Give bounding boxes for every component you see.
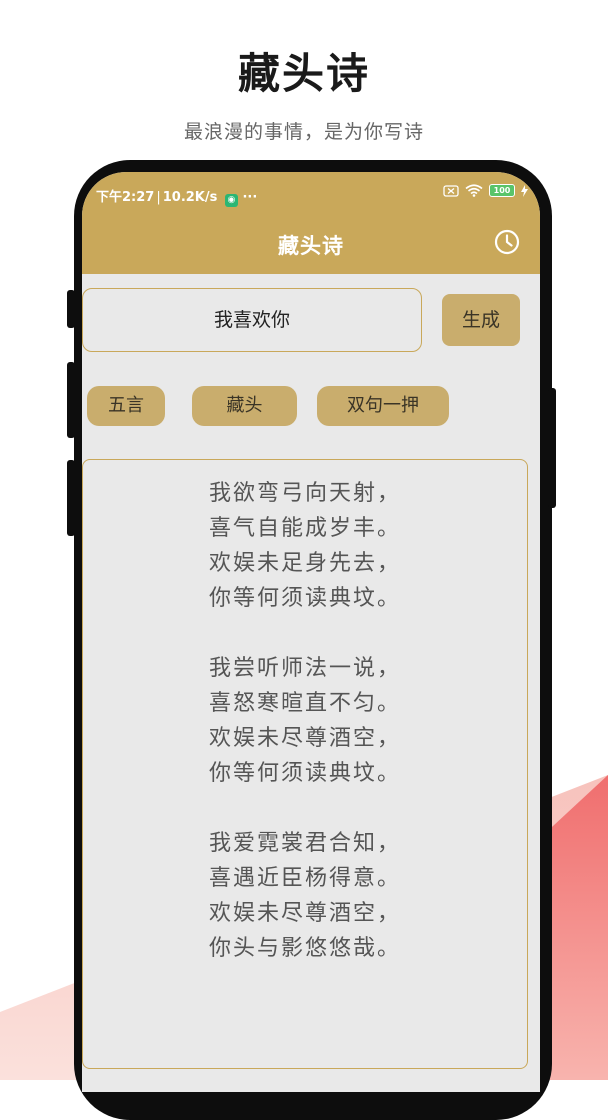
poem-line: 我欲弯弓向天射， xyxy=(208,481,401,506)
more-notifications: ··· xyxy=(242,190,258,205)
phone-side-button xyxy=(548,388,556,508)
poem-line: 喜气自能成岁丰。 xyxy=(208,516,401,541)
app-title: 藏头诗 xyxy=(278,234,344,258)
poem-line: 喜遇近臣杨得意。 xyxy=(208,866,401,891)
sim-off-icon xyxy=(443,184,459,197)
poem-line: 我尝听师法一说， xyxy=(208,656,401,681)
phone-side-button xyxy=(67,460,75,536)
shield-icon: ◉ xyxy=(224,194,238,207)
keyword-input[interactable]: 我喜欢你 xyxy=(82,288,422,352)
status-right: 100 xyxy=(443,184,528,197)
phone-screen: 下午2:27 | 10.2K/s ◉ ··· 100 藏头诗 我喜欢你 生成 五… xyxy=(82,172,540,1092)
poem-line: 欢娱未尽尊酒空， xyxy=(208,901,401,926)
poem-line: 你头与影悠悠哉。 xyxy=(208,936,401,961)
charging-icon xyxy=(521,184,528,197)
app-bar: 藏头诗 xyxy=(82,210,540,274)
network-speed: 10.2K/s xyxy=(162,190,218,205)
phone-side-button xyxy=(67,290,75,328)
poem-line: 欢娱未足身先去， xyxy=(208,551,401,576)
poem-line: 你等何须读典坟。 xyxy=(208,586,401,611)
phone-side-button xyxy=(67,362,75,438)
wifi-icon xyxy=(465,184,483,197)
poem-result-card: 我欲弯弓向天射， 喜气自能成岁丰。 欢娱未足身先去， 你等何须读典坟。 我尝听师… xyxy=(82,459,528,1069)
option-five-character[interactable]: 五言 xyxy=(87,386,165,426)
clock-icon[interactable] xyxy=(494,229,520,255)
poem-list: 我欲弯弓向天射， 喜气自能成岁丰。 欢娱未足身先去， 你等何须读典坟。 我尝听师… xyxy=(83,476,527,1001)
poem-line: 你等何须读典坟。 xyxy=(208,761,401,786)
status-bar: 下午2:27 | 10.2K/s ◉ ··· 100 xyxy=(82,172,540,210)
promo-subtitle: 最浪漫的事情，是为你写诗 xyxy=(183,121,424,143)
battery-icon: 100 xyxy=(489,184,515,197)
poem-line: 喜怒寒暄直不匀。 xyxy=(208,691,401,716)
generate-button[interactable]: 生成 xyxy=(442,294,520,346)
option-acrostic-position[interactable]: 藏头 xyxy=(192,386,297,426)
poem-stanza: 我欲弯弓向天射， 喜气自能成岁丰。 欢娱未足身先去， 你等何须读典坟。 xyxy=(83,476,527,616)
poem-line: 欢娱未尽尊酒空， xyxy=(208,726,401,751)
poem-line: 我爱霓裳君合知， xyxy=(208,831,401,856)
poem-stanza: 我尝听师法一说， 喜怒寒暄直不匀。 欢娱未尽尊酒空， 你等何须读典坟。 xyxy=(83,651,527,791)
option-rhyme-scheme[interactable]: 双句一押 xyxy=(317,386,449,426)
status-left: 下午2:27 | 10.2K/s ◉ ··· xyxy=(96,190,258,207)
status-time: 下午2:27 xyxy=(96,190,155,205)
promo-title: 藏头诗 xyxy=(237,49,370,98)
poem-stanza: 我爱霓裳君合知， 喜遇近臣杨得意。 欢娱未尽尊酒空， 你头与影悠悠哉。 xyxy=(83,826,527,966)
